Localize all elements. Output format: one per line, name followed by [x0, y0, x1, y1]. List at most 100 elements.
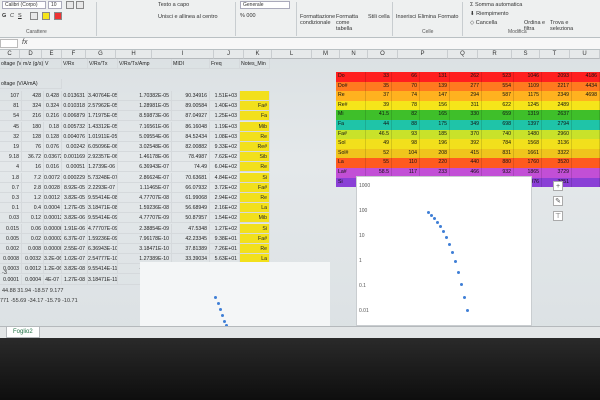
table-cell[interactable]: 6.05096E-06	[88, 142, 118, 152]
frequency-cell[interactable]	[572, 158, 600, 168]
column-header-r[interactable]: R	[478, 50, 512, 59]
frequency-cell[interactable]: 740	[482, 129, 514, 140]
table-cell[interactable]: 1.2E-06	[44, 264, 62, 275]
table-cell[interactable]: Fa	[240, 111, 270, 122]
table-cell[interactable]: 1.08E+03	[210, 131, 240, 142]
table-cell[interactable]: 1.19E+03	[210, 121, 240, 132]
frequency-cell[interactable]: 88	[392, 120, 420, 130]
chart-style-button[interactable]: ✎	[553, 196, 563, 206]
frequency-cell[interactable]: 1568	[514, 139, 542, 149]
table-cell[interactable]: 1.25E+03	[210, 111, 240, 122]
column-title[interactable]: Freq	[210, 59, 240, 69]
table-cell[interactable]: 56.68949	[172, 203, 210, 214]
table-cell[interactable]: 1.40E+03	[210, 101, 240, 112]
table-cell[interactable]: 1.46178E-06	[118, 152, 172, 163]
frequency-cell[interactable]: 1245	[514, 100, 542, 111]
frequency-cell[interactable]: 4698	[572, 91, 600, 101]
frequency-cell[interactable]: 70	[392, 81, 420, 92]
bold-button[interactable]: G	[2, 13, 6, 19]
table-cell[interactable]: 3.18471E-11	[88, 274, 118, 285]
table-cell[interactable]: 42.23345	[172, 233, 210, 244]
right-chart[interactable]: 1000 100 10 1 0.1 0.01	[356, 176, 532, 326]
note-name[interactable]: Sol#	[336, 148, 366, 159]
column-header-m[interactable]: M	[312, 50, 340, 59]
frequency-cell[interactable]: 1046	[514, 72, 542, 82]
column-header-f[interactable]: F	[62, 50, 86, 59]
table-cell[interactable]: 0.0012	[44, 193, 62, 203]
frequency-cell[interactable]: 2637	[542, 110, 572, 120]
table-cell[interactable]: 2.86624E-07	[118, 172, 172, 183]
frequency-cell[interactable]: 880	[482, 158, 514, 168]
table-cell[interactable]: 90.34916	[172, 91, 210, 101]
note-name[interactable]: Fa#	[336, 129, 366, 140]
frequency-cell[interactable]: 1175	[514, 91, 542, 101]
table-cell[interactable]: 0.03	[0, 213, 22, 224]
cell-styles-button[interactable]: Stili cella	[368, 14, 390, 20]
table-cell[interactable]: 4	[0, 162, 22, 173]
table-cell[interactable]: La	[240, 203, 270, 214]
note-name[interactable]: Do#	[336, 81, 366, 92]
insert-button[interactable]: Inserisci	[396, 14, 416, 20]
table-cell[interactable]: 0.004076	[62, 131, 88, 142]
frequency-cell[interactable]: 622	[482, 100, 514, 111]
frequency-cell[interactable]: 370	[450, 129, 482, 140]
note-name[interactable]: Fa	[336, 120, 366, 130]
frequency-cell[interactable]: 784	[482, 139, 514, 149]
table-cell[interactable]: 0.006879	[62, 111, 88, 122]
table-cell[interactable]: 1.71975E-05	[88, 111, 118, 122]
table-cell[interactable]: 1.59236E-08	[118, 203, 172, 214]
table-cell[interactable]: Fa#	[240, 233, 270, 244]
table-cell[interactable]: 86.16048	[172, 121, 210, 132]
frequency-cell[interactable]: 3322	[542, 148, 572, 159]
conditional-format-button[interactable]: Formattazione condizionale	[300, 14, 335, 26]
frequency-cell[interactable]: 831	[482, 148, 514, 159]
frequency-cell[interactable]: 523	[482, 72, 514, 82]
percent-icon[interactable]: % 000	[240, 13, 256, 19]
table-cell[interactable]: 0.001169	[62, 152, 88, 163]
find-select-button[interactable]: Trova e seleziona	[550, 20, 582, 32]
column-header-j[interactable]: J	[214, 50, 244, 59]
table-cell[interactable]: 7.2	[22, 172, 44, 183]
format-table-button[interactable]: Formatta come tabella	[336, 14, 366, 32]
table-cell[interactable]: 9.55414E-08	[88, 193, 118, 203]
frequency-cell[interactable]: 66	[392, 72, 420, 82]
table-cell[interactable]: 2.16E+02	[210, 203, 240, 214]
note-name[interactable]: Mi	[336, 110, 366, 120]
frequency-cell[interactable]: 82	[392, 110, 420, 120]
frequency-cell[interactable]: 415	[450, 148, 482, 159]
table-cell[interactable]: Mib	[240, 213, 270, 224]
table-cell[interactable]: 54	[0, 111, 22, 122]
table-cell[interactable]: Si	[240, 223, 270, 234]
table-cell[interactable]: 78.4987	[172, 152, 210, 163]
frequency-cell[interactable]: 44	[366, 120, 392, 130]
frequency-cell[interactable]: 52	[366, 148, 392, 159]
column-header-q[interactable]: Q	[448, 50, 478, 59]
table-cell[interactable]: 16	[22, 162, 44, 173]
table-cell[interactable]: 0.00006	[44, 223, 62, 234]
frequency-cell[interactable]: 440	[450, 158, 482, 168]
table-cell[interactable]: 6.37E-07	[62, 233, 88, 244]
table-cell[interactable]: 81	[0, 101, 22, 112]
table-cell[interactable]: 1.01911E-05	[88, 131, 118, 142]
frequency-cell[interactable]: 185	[420, 129, 450, 140]
table-cell[interactable]: 0.1	[0, 203, 22, 214]
frequency-cell[interactable]: 39	[366, 100, 392, 111]
table-cell[interactable]: 2.2293E-07	[88, 182, 118, 193]
column-header-p[interactable]: P	[398, 50, 448, 59]
table-cell[interactable]: 0.002	[0, 244, 22, 254]
table-cell[interactable]: 0.428	[44, 91, 62, 101]
table-cell[interactable]: 0.000229	[62, 172, 88, 183]
table-cell[interactable]: Mib	[240, 121, 270, 132]
table-cell[interactable]: 1.28981E-05	[118, 101, 172, 112]
column-title[interactable]: V/Rx/Tx/Amp	[118, 59, 172, 69]
table-cell[interactable]: 0.076	[44, 142, 62, 152]
table-cell[interactable]: 36.72	[22, 152, 44, 163]
note-name[interactable]: Re#	[336, 100, 366, 111]
frequency-cell[interactable]: 349	[450, 120, 482, 130]
table-cell[interactable]: 61.99068	[172, 193, 210, 203]
table-cell[interactable]: 3.72E+02	[210, 182, 240, 193]
note-name[interactable]: La	[336, 158, 366, 168]
table-cell[interactable]: 4.77707E-09	[118, 213, 172, 224]
note-name[interactable]: Sol	[336, 139, 366, 149]
column-header-c[interactable]: C	[0, 50, 20, 59]
